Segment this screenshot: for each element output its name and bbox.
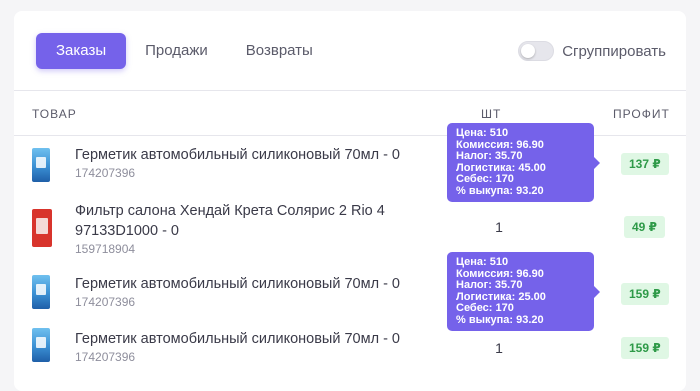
product-sku: 174207396: [75, 295, 136, 309]
tooltip-line: Налог: 35.70: [456, 150, 523, 162]
tab-orders[interactable]: Заказы: [36, 33, 127, 69]
tooltip-line: Цена: 510: [456, 256, 509, 268]
product-name[interactable]: Герметик автомобильный силиконовый 70мл …: [75, 328, 405, 350]
product-image[interactable]: [32, 209, 52, 247]
quantity-value: 1: [495, 219, 503, 235]
group-toggle[interactable]: Сгруппировать: [518, 41, 666, 61]
product-sku: 159718904: [75, 242, 136, 256]
quantity-value: 1: [495, 340, 503, 356]
product-sku: 174207396: [75, 166, 136, 180]
tooltip-line: Налог: 35.70: [456, 279, 523, 291]
tooltip-line: % выкупа: 93.20: [456, 184, 544, 197]
column-header-product: ТОВАР: [32, 107, 77, 121]
group-switch[interactable]: [518, 41, 555, 61]
tooltip-line: % выкупа: 93.20: [456, 313, 544, 326]
tooltip-line: Цена: 510: [456, 127, 509, 139]
group-toggle-label: Сгруппировать: [562, 42, 666, 60]
product-image[interactable]: [32, 328, 50, 362]
product-image[interactable]: [32, 148, 50, 182]
tooltip-line: Себес: 170: [456, 173, 514, 185]
tooltip-line: Себес: 170: [456, 302, 514, 314]
profit-tooltip: Цена: 510 Комиссия: 96.90 Налог: 35.70 Л…: [447, 123, 600, 202]
profit-badge[interactable]: 137 ₽: [621, 153, 669, 175]
product-sku: 174207396: [75, 350, 136, 364]
profit-badge[interactable]: 159 ₽: [621, 283, 669, 305]
product-name[interactable]: Фильтр салона Хендай Крета Солярис 2 Rio…: [75, 200, 405, 222]
column-header-qty: ШТ: [481, 107, 502, 121]
divider: [14, 90, 686, 91]
tab-sales[interactable]: Продажи: [126, 33, 227, 69]
switch-knob: [521, 44, 536, 58]
product-name[interactable]: Герметик автомобильный силиконовый 70мл …: [75, 144, 405, 166]
profit-badge[interactable]: 159 ₽: [621, 337, 669, 359]
tabs-bar: Заказы Продажи Возвраты: [36, 33, 332, 69]
profit-badge[interactable]: 49 ₽: [624, 216, 666, 238]
profit-tooltip: Цена: 510 Комиссия: 96.90 Налог: 35.70 Л…: [447, 252, 600, 331]
product-image[interactable]: [32, 275, 50, 309]
tab-returns[interactable]: Возвраты: [227, 33, 332, 69]
column-header-profit: ПРОФИТ: [613, 107, 670, 121]
product-name-line2[interactable]: 97133D1000 - 0: [75, 220, 405, 242]
product-name[interactable]: Герметик автомобильный силиконовый 70мл …: [75, 273, 405, 295]
orders-card: Заказы Продажи Возвраты Сгруппировать ТО…: [14, 11, 686, 391]
